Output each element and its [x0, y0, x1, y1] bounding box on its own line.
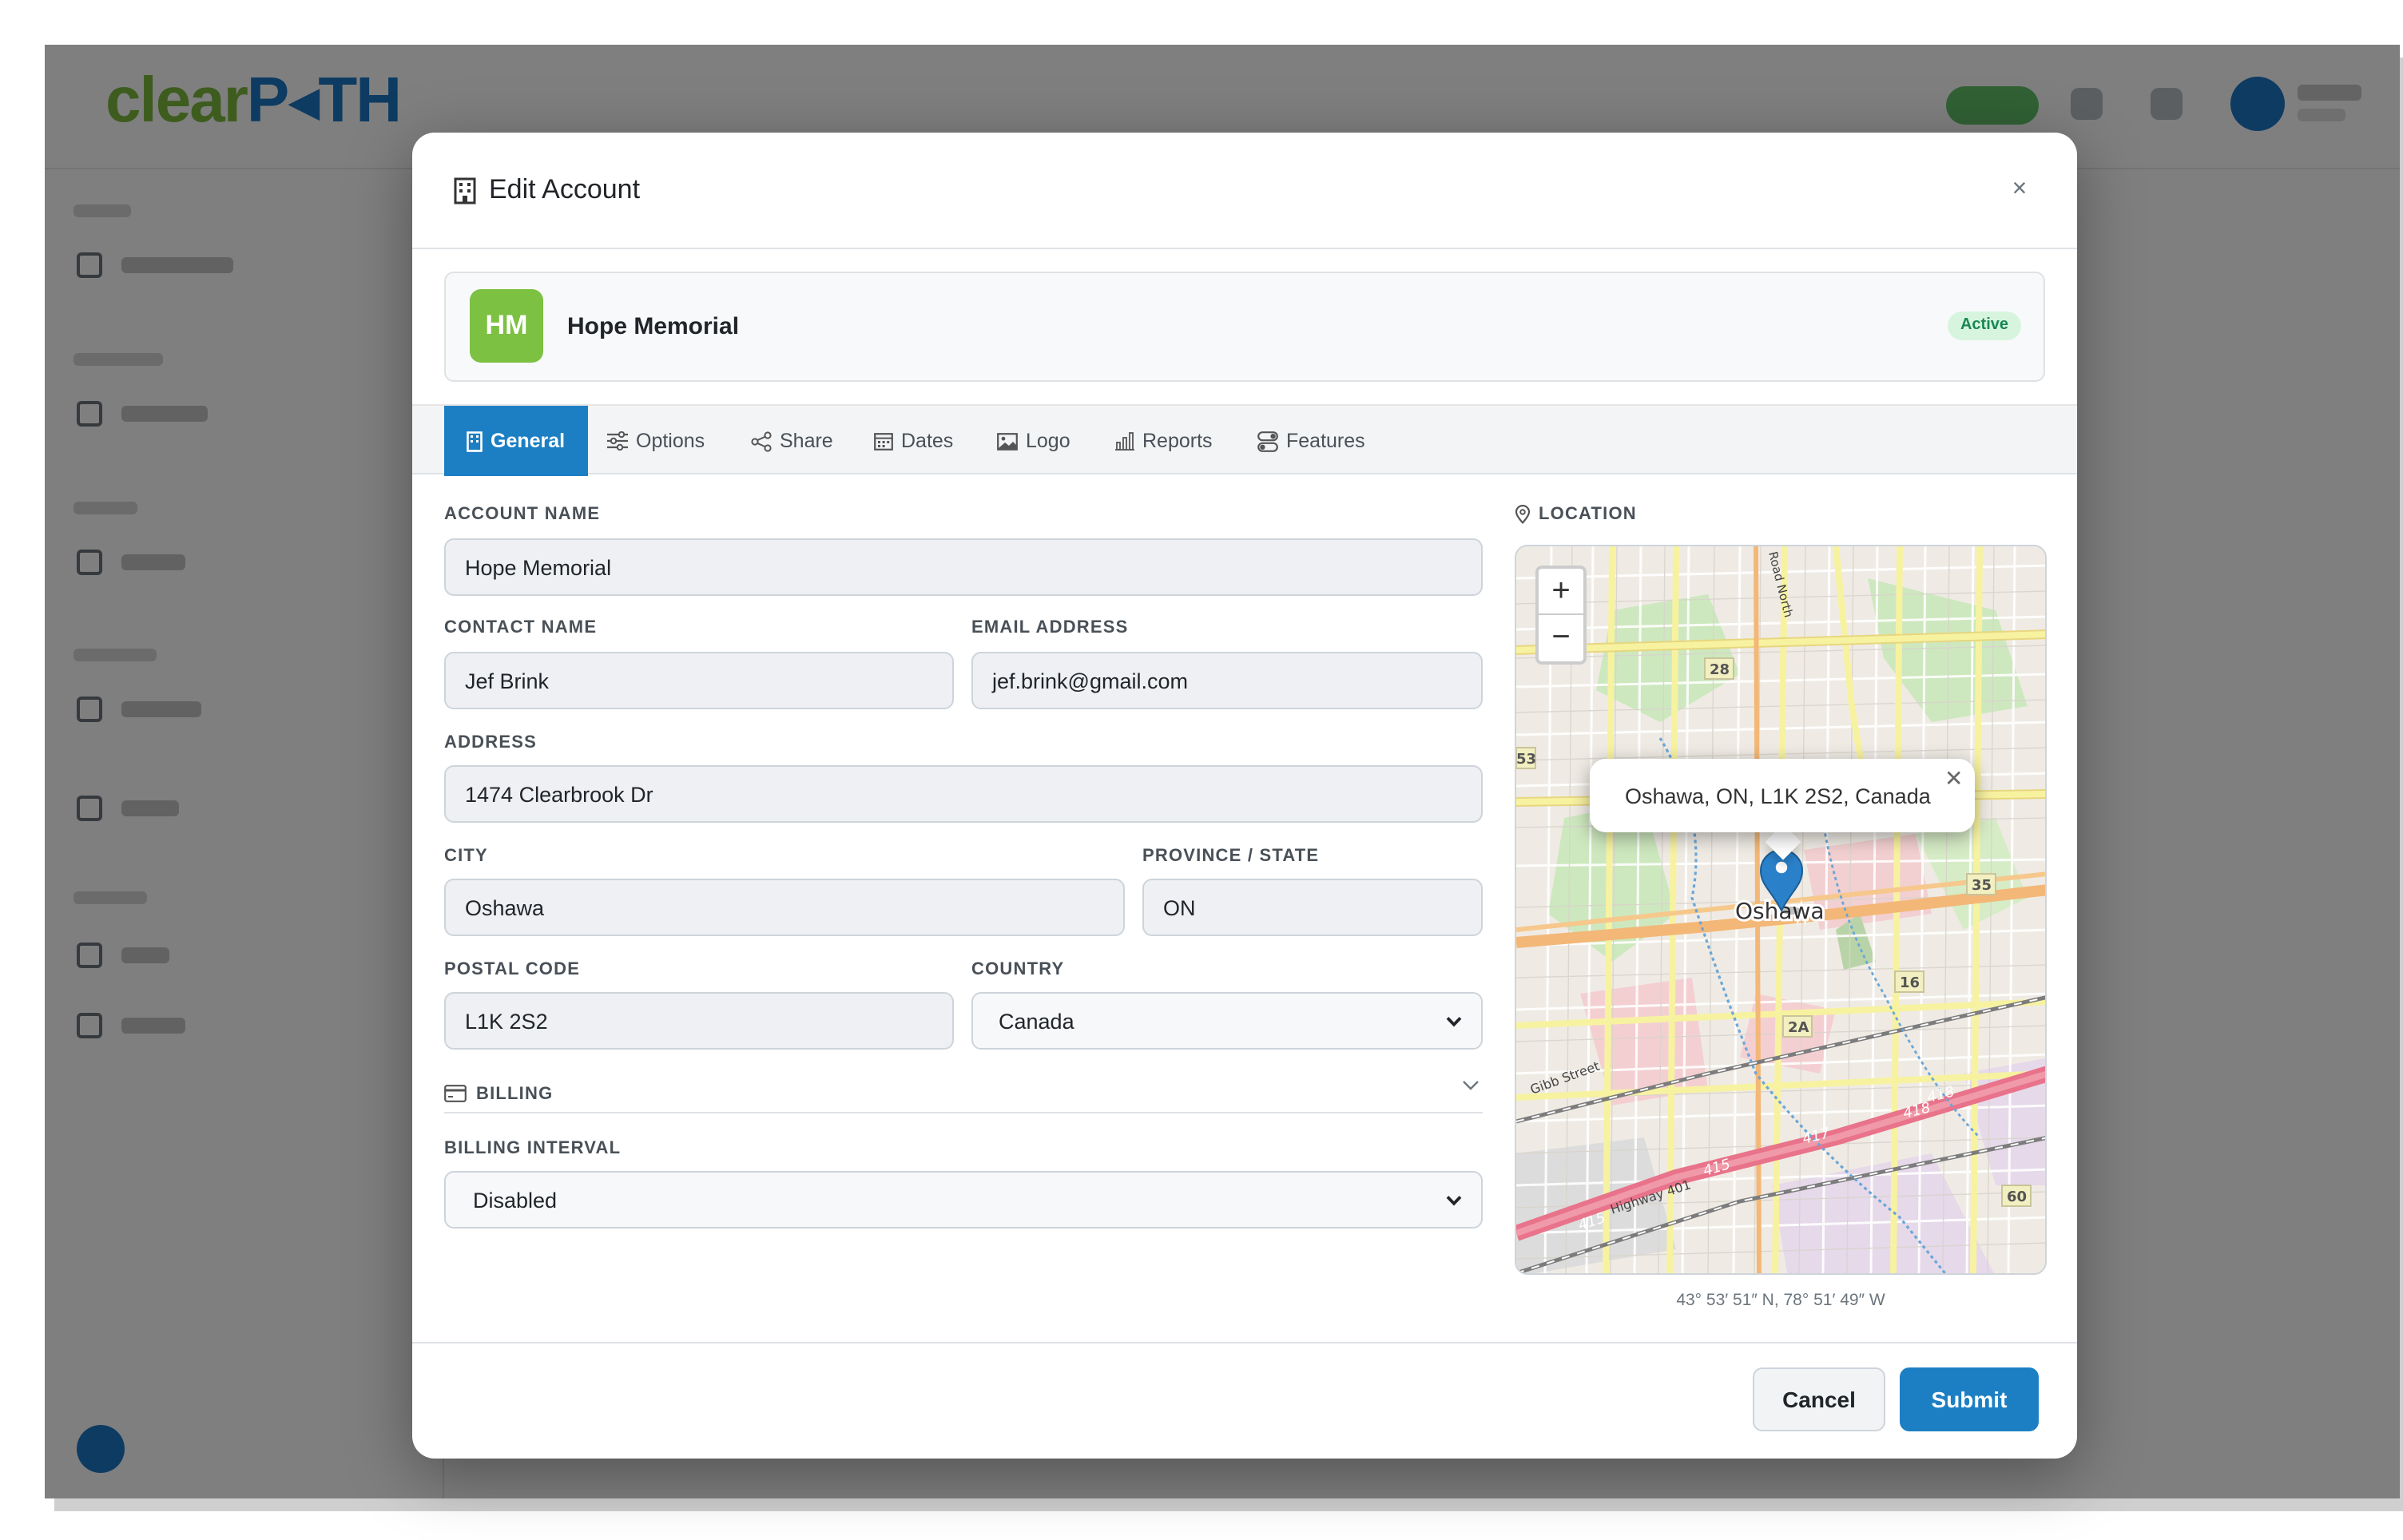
account-name-field[interactable]: Hope Memorial — [444, 538, 1483, 596]
sliders-icon — [607, 431, 628, 450]
toggles-icon — [1257, 431, 1278, 451]
province-value: ON — [1163, 895, 1196, 919]
modal-title: Edit Account — [454, 174, 640, 206]
chevron-down-icon — [1446, 1195, 1462, 1205]
map-tiles: 28 35 16 2A 60 53 418 418 417 415 415 Hi… — [1516, 546, 2045, 1273]
popup-close-icon[interactable]: ✕ — [1944, 765, 1963, 792]
contact-name-value: Jef Brink — [465, 669, 550, 693]
tab-features-label: Features — [1286, 430, 1365, 452]
tab-options-label: Options — [636, 430, 705, 452]
tab-share-label: Share — [780, 430, 833, 452]
zoom-out-button[interactable]: − — [1539, 615, 1583, 661]
tab-dates-label: Dates — [901, 430, 954, 452]
province-field[interactable]: ON — [1142, 879, 1483, 936]
account-name-label: ACCOUNT NAME — [444, 505, 601, 524]
road-shield-35: 35 — [1972, 877, 1992, 894]
road-shield-28: 28 — [1710, 661, 1730, 678]
tab-general-label: General — [491, 430, 566, 452]
modal-header: Edit Account × — [412, 133, 2077, 249]
address-label: ADDRESS — [444, 733, 537, 752]
tab-features[interactable]: Features — [1257, 406, 1365, 476]
bar-chart-icon — [1115, 432, 1134, 450]
edit-account-modal: Edit Account × HM Hope Memorial Active G… — [412, 133, 2077, 1459]
image-icon — [997, 432, 1018, 450]
modal-title-text: Edit Account — [489, 174, 641, 204]
billing-interval-select[interactable]: Disabled — [444, 1171, 1483, 1228]
account-summary-card: HM Hope Memorial Active — [444, 272, 2045, 382]
city-value: Oshawa — [465, 895, 545, 919]
billing-interval-value: Disabled — [473, 1188, 558, 1212]
building-icon — [454, 177, 476, 204]
province-label: PROVINCE / STATE — [1142, 847, 1320, 866]
postal-code-value: L1K 2S2 — [465, 1009, 548, 1033]
postal-code-label: POSTAL CODE — [444, 960, 581, 979]
zoom-in-button[interactable]: + — [1539, 569, 1583, 615]
tab-reports-label: Reports — [1142, 430, 1213, 452]
email-field[interactable]: jef.brink@gmail.com — [971, 652, 1483, 709]
tab-share[interactable]: Share — [751, 406, 833, 476]
contact-name-field[interactable]: Jef Brink — [444, 652, 954, 709]
road-shield-2a: 2A — [1788, 1019, 1809, 1036]
account-avatar: HM — [470, 289, 543, 363]
city-field[interactable]: Oshawa — [444, 879, 1125, 936]
country-value: Canada — [999, 1009, 1074, 1033]
location-label: LOCATION — [1515, 505, 1637, 524]
address-value: 1474 Clearbrook Dr — [465, 782, 653, 806]
email-value: jef.brink@gmail.com — [992, 669, 1188, 693]
location-map[interactable]: 28 35 16 2A 60 53 418 418 417 415 415 Hi… — [1515, 545, 2047, 1275]
map-zoom-control: + − — [1535, 566, 1587, 665]
account-name: Hope Memorial — [567, 313, 740, 340]
billing-interval-label: BILLING INTERVAL — [444, 1139, 622, 1158]
tab-bar: General Options Share Dates Logo Reports — [412, 404, 2077, 476]
building-icon — [467, 431, 483, 451]
map-popup-text: Oshawa, ON, L1K 2S2, Canada — [1625, 784, 1931, 808]
road-shield-16: 16 — [1900, 974, 1920, 991]
contact-name-label: CONTACT NAME — [444, 618, 598, 637]
share-icon — [751, 431, 772, 451]
cancel-button[interactable]: Cancel — [1753, 1367, 1885, 1431]
status-badge: Active — [1947, 312, 2021, 340]
location-coordinates: 43° 53′ 51″ N, 78° 51′ 49″ W — [1676, 1291, 1885, 1310]
map-popup: Oshawa, ON, L1K 2S2, Canada — [1590, 759, 1975, 832]
email-label: EMAIL ADDRESS — [971, 618, 1129, 637]
country-select[interactable]: Canada — [971, 992, 1483, 1050]
city-label: CITY — [444, 847, 488, 866]
chevron-down-icon — [1463, 1081, 1479, 1090]
tab-dates[interactable]: Dates — [874, 406, 953, 476]
chevron-down-icon — [1446, 1016, 1462, 1026]
tab-reports[interactable]: Reports — [1115, 406, 1213, 476]
location-label-text: LOCATION — [1539, 505, 1637, 524]
close-icon[interactable]: × — [2000, 171, 2039, 209]
tab-logo-label: Logo — [1026, 430, 1070, 452]
account-name-value: Hope Memorial — [465, 555, 612, 579]
credit-card-icon — [444, 1085, 467, 1102]
billing-section-toggle[interactable]: BILLING — [444, 1075, 1483, 1113]
tab-options[interactable]: Options — [607, 406, 705, 476]
road-shield-53: 53 — [1516, 751, 1536, 768]
billing-section-label: BILLING — [476, 1084, 554, 1103]
tab-logo[interactable]: Logo — [997, 406, 1070, 476]
road-shield-60: 60 — [2007, 1189, 2027, 1205]
address-field[interactable]: 1474 Clearbrook Dr — [444, 765, 1483, 823]
calendar-icon — [874, 433, 893, 450]
tab-general[interactable]: General — [444, 406, 588, 476]
postal-code-field[interactable]: L1K 2S2 — [444, 992, 954, 1050]
country-label: COUNTRY — [971, 960, 1065, 979]
submit-button[interactable]: Submit — [1900, 1367, 2039, 1431]
map-pin-icon — [1515, 505, 1531, 524]
